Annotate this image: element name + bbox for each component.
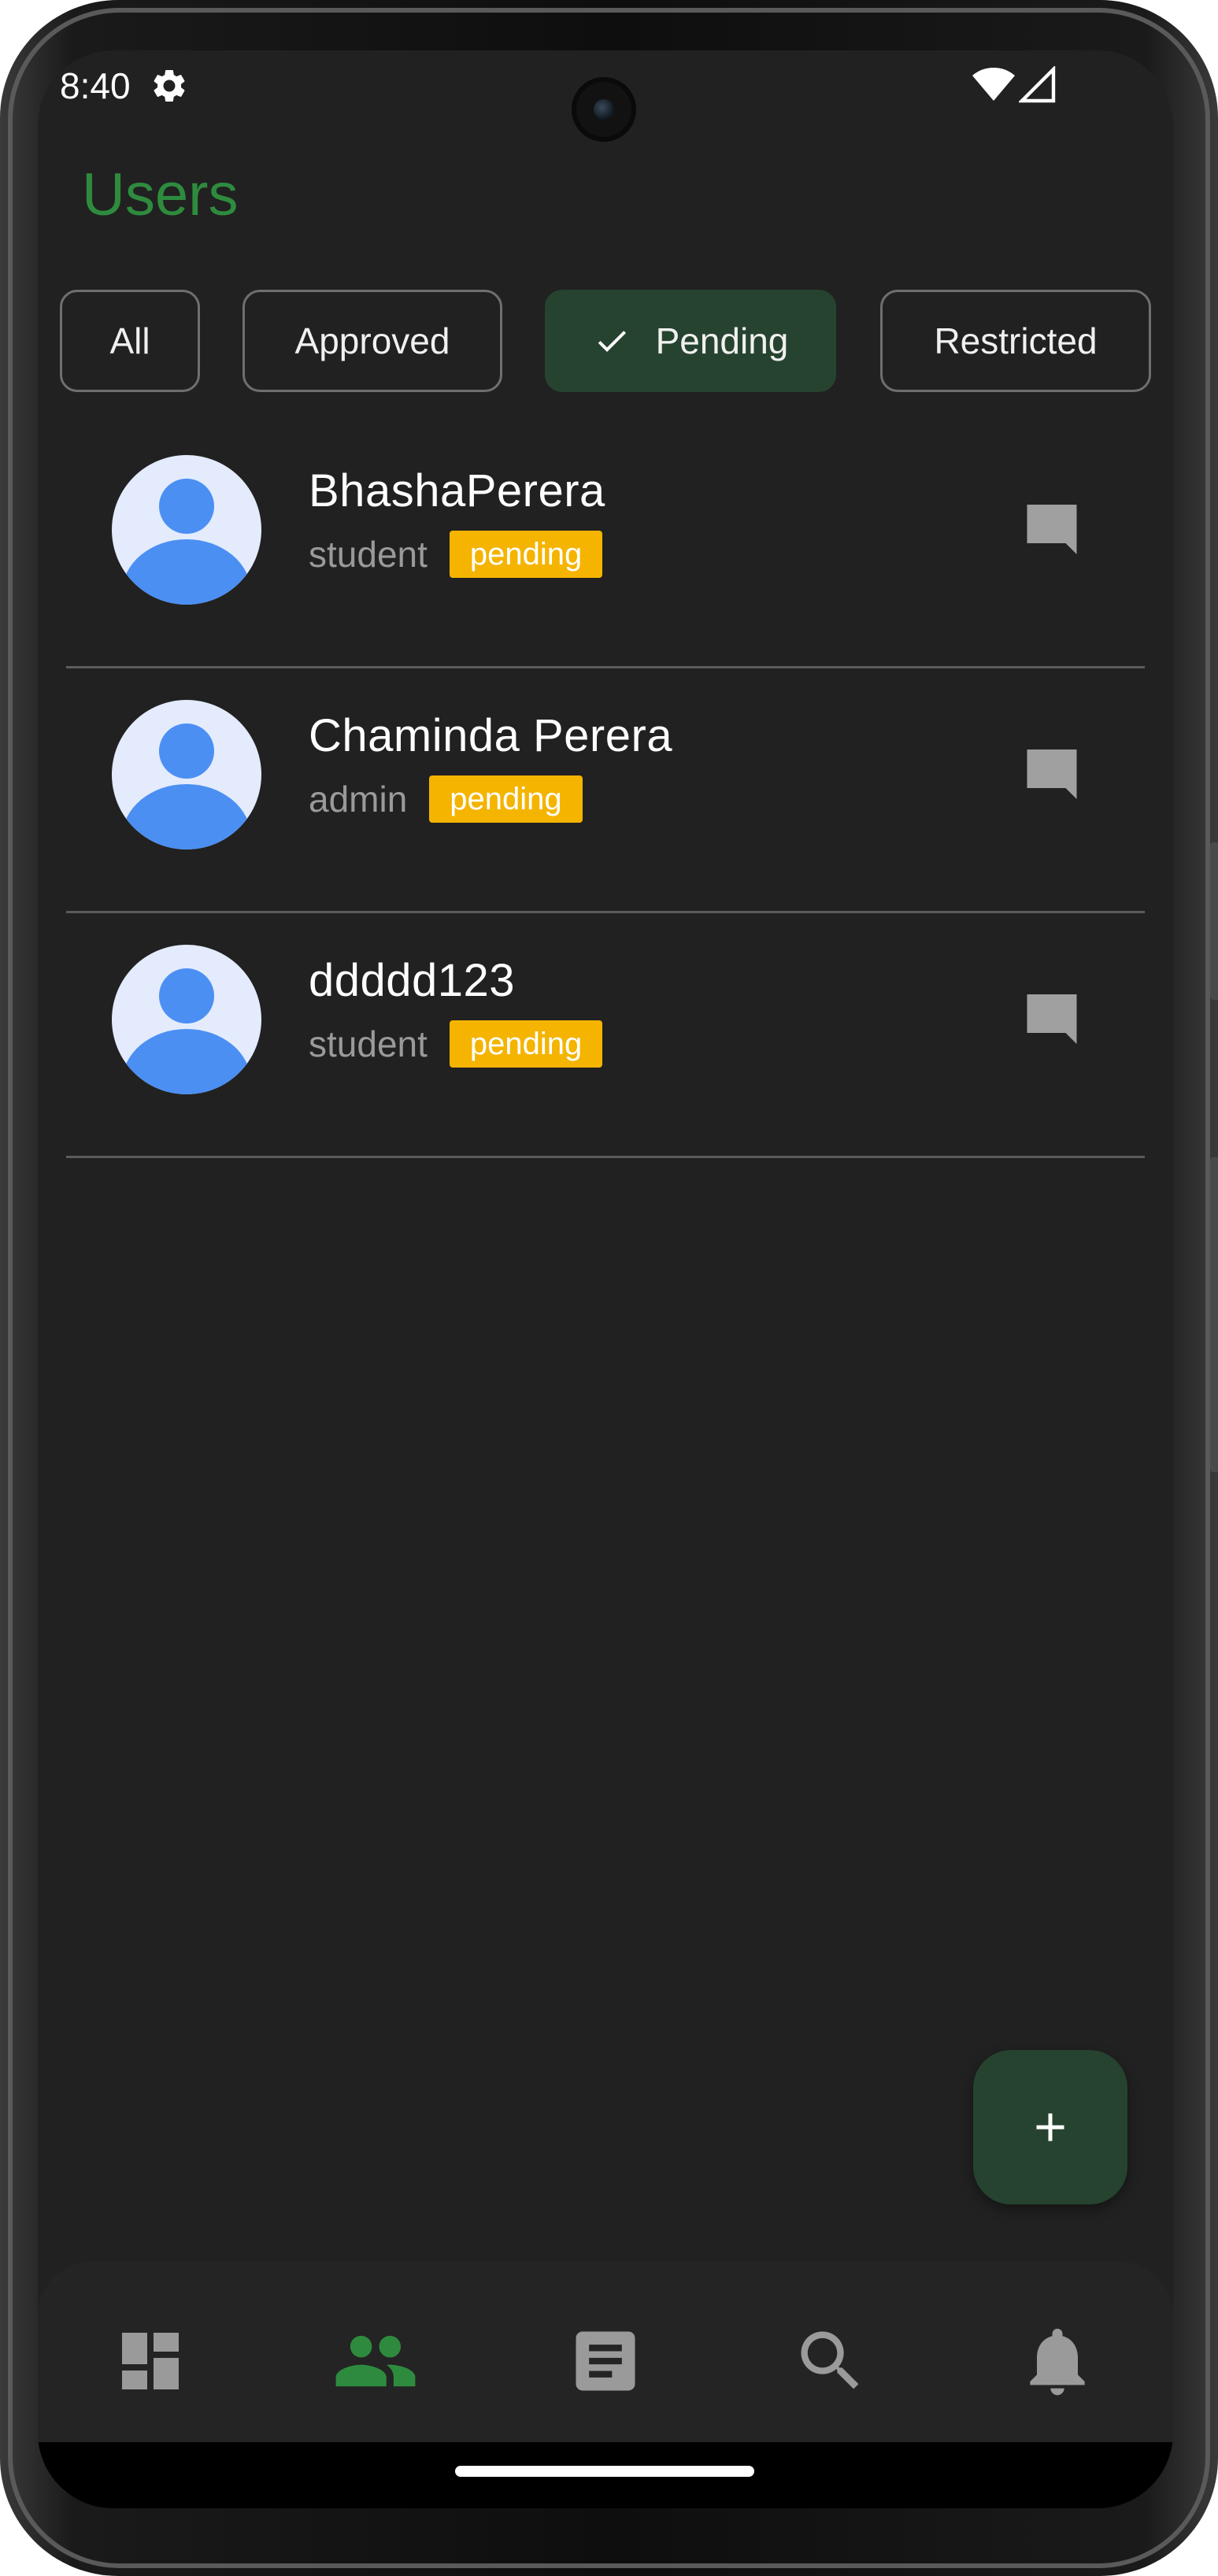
nav-articles[interactable] xyxy=(562,2318,649,2404)
person-icon xyxy=(122,968,251,1094)
user-meta: student pending xyxy=(309,1020,603,1068)
gear-icon xyxy=(154,69,185,102)
chip-label: Restricted xyxy=(934,320,1098,361)
message-icon[interactable] xyxy=(1019,989,1085,1055)
filter-chip-restricted[interactable]: Restricted xyxy=(880,290,1151,392)
nav-dashboard[interactable] xyxy=(107,2318,194,2404)
avatar xyxy=(112,945,261,1094)
plus-icon xyxy=(1036,2113,1064,2141)
status-badge: pending xyxy=(429,775,583,823)
article-icon xyxy=(576,2331,635,2391)
chip-label: Pending xyxy=(655,320,789,361)
person-icon xyxy=(122,479,251,605)
filter-chip-bar: All Approved Pending Restricted xyxy=(60,290,1162,395)
avatar xyxy=(112,455,261,605)
user-role: admin xyxy=(309,779,408,820)
status-time: 8:40 xyxy=(60,65,131,106)
user-meta: student pending xyxy=(309,531,603,578)
user-list: BhashaPerera student pending Chaminda Pe… xyxy=(38,424,1173,1158)
system-gesture-bar xyxy=(38,2442,1173,2508)
user-name: ddddd123 xyxy=(309,955,516,1006)
volume-button xyxy=(1210,842,1218,1000)
filter-chip-pending[interactable]: Pending xyxy=(545,290,836,392)
user-meta: admin pending xyxy=(309,775,583,823)
user-name: Chaminda Perera xyxy=(309,710,673,761)
nav-search[interactable] xyxy=(787,2318,874,2404)
wifi-icon xyxy=(972,68,1015,101)
list-item[interactable]: ddddd123 student pending xyxy=(66,913,1145,1158)
screen: 8:40 Users All Approved Pending Restrict… xyxy=(38,50,1173,2508)
filter-chip-all[interactable]: All xyxy=(60,290,200,392)
message-icon[interactable] xyxy=(1019,744,1085,810)
camera-lens xyxy=(594,99,614,120)
people-icon xyxy=(335,2335,416,2387)
cellular-signal-icon xyxy=(1019,66,1056,103)
check-icon xyxy=(598,331,626,352)
status-badge: pending xyxy=(449,1020,603,1068)
person-icon xyxy=(122,724,251,849)
user-role: student xyxy=(309,534,428,575)
chip-label: Approved xyxy=(294,320,450,361)
avatar xyxy=(112,700,261,849)
bottom-navigation xyxy=(38,2261,1173,2442)
add-user-button[interactable] xyxy=(973,2050,1127,2204)
status-badge: pending xyxy=(449,531,603,578)
filter-chip-approved[interactable]: Approved xyxy=(242,290,502,392)
chip-label: All xyxy=(109,320,150,361)
phone-frame: 8:40 Users All Approved Pending Restrict… xyxy=(0,0,1218,2576)
front-camera xyxy=(572,77,636,142)
home-gesture-handle[interactable] xyxy=(455,2466,754,2477)
list-item[interactable]: Chaminda Perera admin pending xyxy=(66,668,1145,913)
message-icon[interactable] xyxy=(1019,499,1085,565)
nav-users[interactable] xyxy=(332,2318,419,2404)
search-icon xyxy=(801,2331,859,2389)
page-title: Users xyxy=(82,161,239,228)
dashboard-icon xyxy=(122,2333,179,2389)
status-bar: 8:40 xyxy=(38,50,1173,145)
notifications-icon xyxy=(1030,2328,1085,2396)
list-item[interactable]: BhashaPerera student pending xyxy=(66,424,1145,668)
user-name: BhashaPerera xyxy=(309,465,605,516)
nav-notifications[interactable] xyxy=(1014,2318,1101,2404)
power-button xyxy=(1210,1157,1218,1472)
user-role: student xyxy=(309,1023,428,1064)
